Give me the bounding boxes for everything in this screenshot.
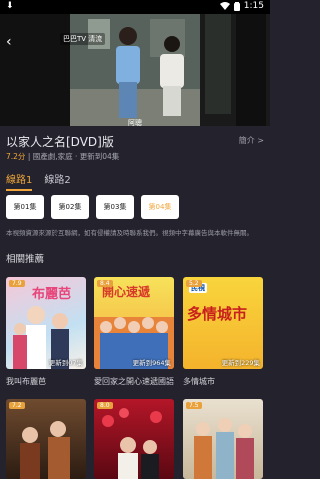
- episode-button-03[interactable]: 第03集: [96, 195, 134, 219]
- score-badge: 8.4: [97, 280, 113, 287]
- score-badge: 7.2: [9, 402, 25, 409]
- score-badge: 5.2: [186, 280, 202, 287]
- show-meta-text: | 國產劇,家庭 · 更新到04集: [25, 152, 120, 161]
- card-title: 我叫布麗芭: [6, 377, 46, 386]
- poster-image: 開心速遞 8.4 更新到964集: [94, 277, 174, 369]
- poster-art: [102, 408, 162, 479]
- clock: 1:15: [243, 1, 264, 11]
- video-player[interactable]: ‹ 巴巴TV 清流 阿聰: [0, 14, 270, 126]
- update-status: 更新到229集: [221, 359, 260, 367]
- score-badge: 7.5: [186, 402, 202, 409]
- related-card[interactable]: 布麗芭 7.9 更新到07集 我叫布麗芭: [6, 277, 86, 387]
- tab-source-1[interactable]: 線路1: [6, 171, 33, 191]
- poster-art: [194, 418, 254, 479]
- disclaimer-text: 本視頻資源來源於互聯網，如有侵權請及時聯系我們。視頻中字幕廣告與本軟件無關。: [6, 229, 253, 237]
- episode-button-02[interactable]: 第02集: [51, 195, 89, 219]
- episode-list: 第01集 第02集 第03集 第04集: [6, 195, 179, 219]
- score-badge: 8.0: [97, 402, 113, 409]
- related-card[interactable]: 7.2: [6, 399, 86, 479]
- download-icon: ⬇: [6, 1, 14, 11]
- back-arrow-icon[interactable]: ‹: [6, 35, 12, 49]
- wifi-icon: [219, 2, 230, 10]
- related-card[interactable]: 民視 多情城市 5.2 更新到229集 多情城市: [183, 277, 263, 387]
- related-card[interactable]: 開心速遞 8.4 更新到964集 愛回家之開心速遞國語: [94, 277, 174, 387]
- related-card[interactable]: 7.5: [183, 399, 263, 479]
- poster-image: 布麗芭 7.9 更新到07集: [6, 277, 86, 369]
- status-bar: ⬇ 1:15: [0, 0, 270, 14]
- poster-title-text: 多情城市: [187, 305, 248, 323]
- show-title: 以家人之名[DVD]版: [6, 135, 114, 149]
- episode-button-04[interactable]: 第04集: [141, 195, 179, 219]
- tab-source-2[interactable]: 線路2: [44, 171, 70, 191]
- source-tabs: 線路1 線路2: [6, 171, 71, 191]
- update-status: 更新到07集: [48, 359, 83, 367]
- poster-image: 民視 多情城市 5.2 更新到229集: [183, 277, 263, 369]
- poster-image: 8.0: [94, 399, 174, 479]
- show-meta: 7.2分 | 國產劇,家庭 · 更新到04集: [6, 151, 119, 162]
- video-frame: [0, 14, 270, 126]
- card-title: 愛回家之開心速遞國語: [94, 377, 174, 386]
- poster-image: 7.5: [183, 399, 263, 479]
- video-subtitle: 阿聰: [128, 119, 142, 126]
- show-score: 7.2分: [6, 152, 26, 161]
- update-status: 更新到964集: [132, 359, 171, 367]
- score-badge: 7.9: [9, 280, 25, 287]
- poster-title-text: 布麗芭: [32, 287, 72, 302]
- poster-image: 7.2: [6, 399, 86, 479]
- related-heading: 相關推薦: [6, 254, 45, 265]
- battery-icon: [233, 1, 240, 11]
- poster-art: [20, 421, 70, 479]
- synopsis-link[interactable]: 簡介 >: [239, 135, 264, 146]
- card-title: 多情城市: [183, 377, 215, 386]
- episode-button-01[interactable]: 第01集: [6, 195, 44, 219]
- channel-logo: 巴巴TV 清流: [60, 33, 106, 45]
- related-card[interactable]: 8.0: [94, 399, 174, 479]
